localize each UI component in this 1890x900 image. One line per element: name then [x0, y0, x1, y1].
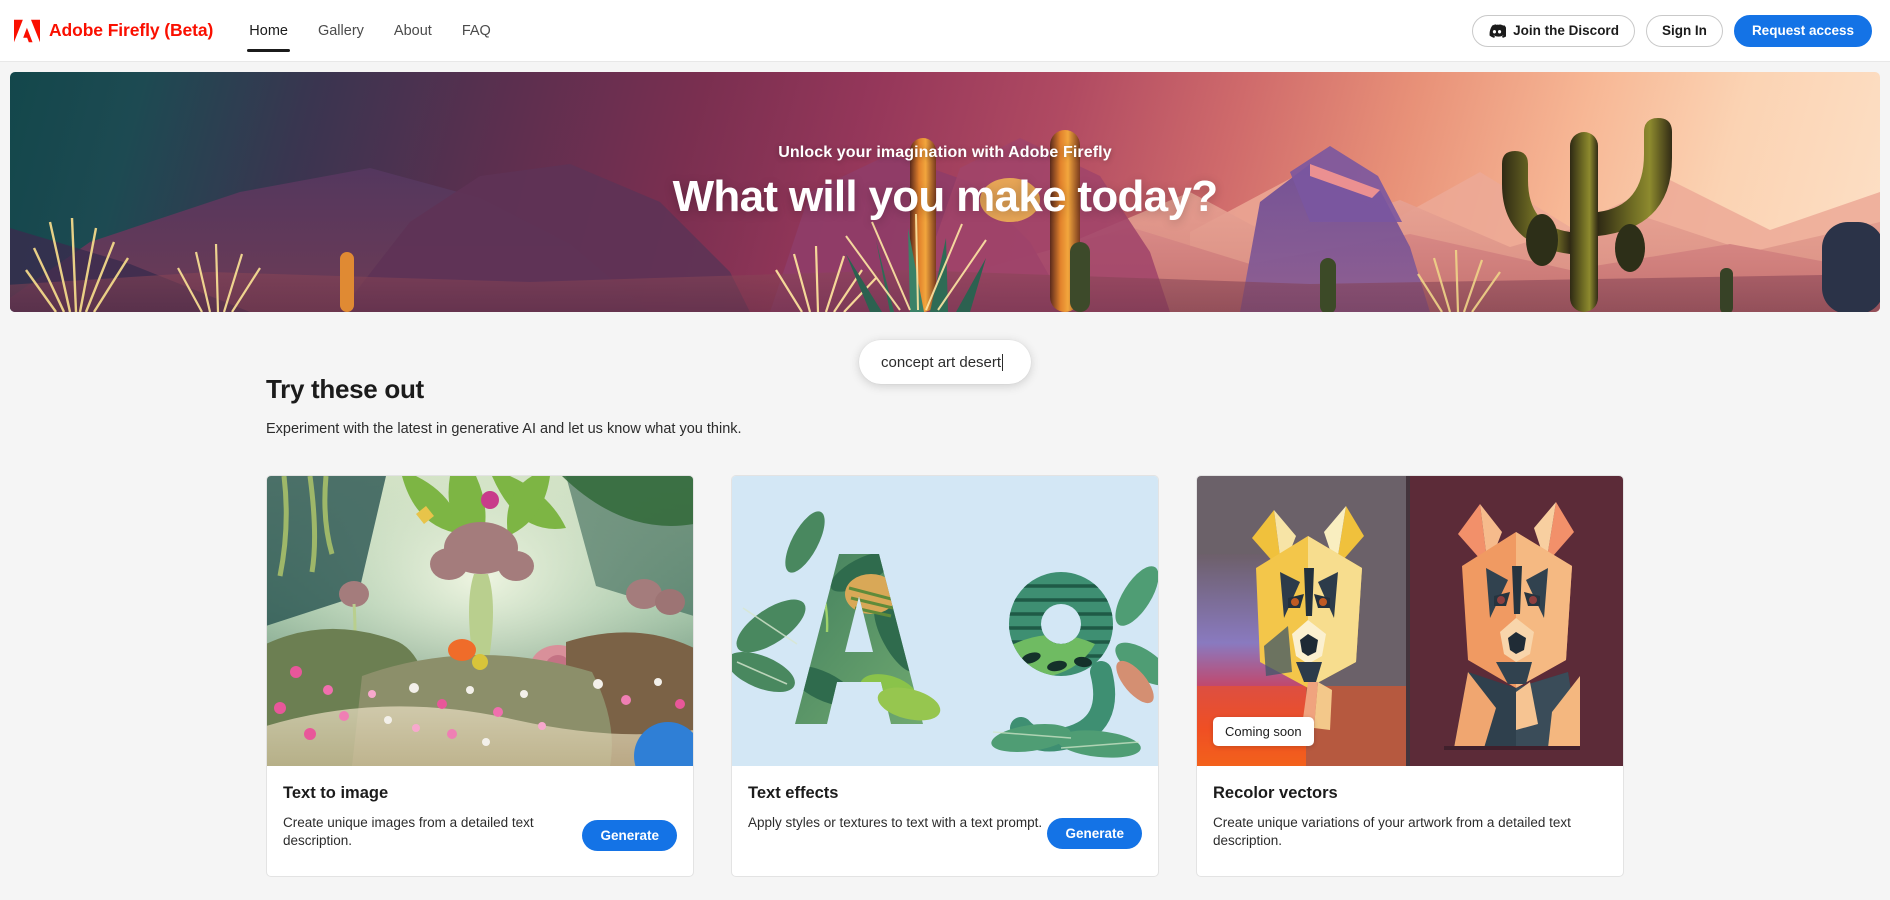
card-artwork-fantasy-garden: [267, 476, 693, 766]
card-artwork-low-poly-dogs: Coming soon: [1197, 476, 1623, 766]
coming-soon-badge: Coming soon: [1213, 717, 1314, 746]
nav-label: Gallery: [317, 22, 364, 39]
card-title: Text to image: [283, 784, 389, 802]
card-body: Text effects Apply styles or textures to…: [732, 766, 1158, 874]
brand-name: Adobe Firefly (Beta): [49, 20, 214, 40]
header-actions: Join the Discord Sign In Request access: [1472, 14, 1872, 47]
prompt-input[interactable]: concept art desert: [859, 340, 1031, 384]
hero-artwork: [10, 72, 1880, 312]
join-discord-button[interactable]: Join the Discord: [1472, 14, 1635, 47]
discord-icon: [1489, 23, 1507, 38]
feature-card-recolor-vectors[interactable]: Coming soon Recolor vectors Create uniqu…: [1196, 475, 1624, 878]
feature-card-list: Text to image Create unique images from …: [266, 475, 1624, 878]
nav-label: Home: [249, 22, 288, 39]
feature-card-text-effects[interactable]: Text effects Apply styles or textures to…: [731, 475, 1159, 878]
join-discord-label: Join the Discord: [1513, 23, 1619, 38]
try-these-out-section: Try these out Experiment with the latest…: [0, 312, 1890, 878]
section-subtitle: Experiment with the latest in generative…: [266, 421, 742, 437]
prompt-value: concept art desert: [881, 353, 1002, 371]
card-title: Recolor vectors: [1213, 784, 1338, 802]
card-description: Apply styles or textures to text with a …: [748, 815, 1043, 830]
feature-card-text-to-image[interactable]: Text to image Create unique images from …: [266, 475, 694, 878]
card-body: Text to image Create unique images from …: [267, 766, 693, 876]
nav-item-home[interactable]: Home: [247, 0, 290, 62]
request-access-button[interactable]: Request access: [1733, 14, 1872, 47]
request-access-label: Request access: [1751, 23, 1854, 38]
nav-label: FAQ: [461, 22, 491, 39]
nav-item-faq[interactable]: FAQ: [462, 0, 491, 62]
app-header: Adobe Firefly (Beta) Home Gallery About …: [0, 0, 1890, 62]
brand-logo[interactable]: Adobe Firefly (Beta): [14, 19, 213, 43]
main-nav: Home Gallery About FAQ: [247, 0, 491, 62]
card-title: Text effects: [748, 784, 839, 802]
generate-button[interactable]: Generate: [1047, 818, 1142, 849]
hero-landscape: [10, 118, 1880, 312]
nav-label: About: [393, 22, 432, 39]
page-content: Unlock your imagination with Adobe Firef…: [0, 72, 1890, 878]
card-artwork-leafy-letters: [732, 476, 1158, 766]
text-cursor: [1002, 353, 1004, 371]
nav-item-about[interactable]: About: [394, 0, 432, 62]
generate-button[interactable]: Generate: [582, 820, 677, 852]
hero-banner: Unlock your imagination with Adobe Firef…: [10, 72, 1880, 384]
card-description: Create unique images from a detailed tex…: [283, 815, 534, 849]
sign-in-button[interactable]: Sign In: [1645, 14, 1723, 47]
card-body: Recolor vectors Create unique variations…: [1197, 766, 1623, 876]
nav-item-gallery[interactable]: Gallery: [318, 0, 364, 62]
adobe-a-icon: [14, 19, 40, 42]
prompt-container: concept art desert: [859, 340, 1031, 384]
card-description: Create unique variations of your artwork…: [1213, 815, 1571, 849]
sign-in-label: Sign In: [1661, 23, 1707, 38]
